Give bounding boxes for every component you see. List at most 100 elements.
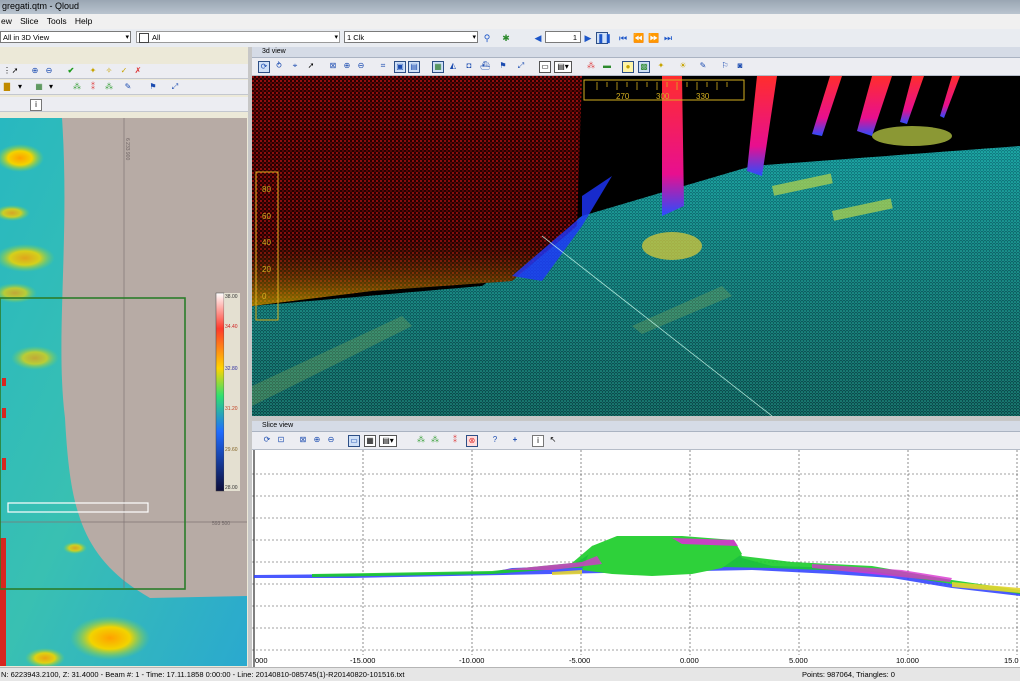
rewind-button[interactable]: ⏪ xyxy=(632,32,644,44)
layers-icon[interactable]: ▦ xyxy=(34,82,44,92)
info-icon[interactable]: i xyxy=(532,435,544,447)
slice-axis-label: 5.000 xyxy=(789,656,808,665)
zoom-out-icon[interactable]: ⊖ xyxy=(44,66,54,76)
flag-icon[interactable]: ⚐ xyxy=(720,61,730,71)
map-pane: ⋮ ➚ ⊕ ⊖ ✔ ✦ ✧ ✓ ✗ ▇ ▾ ▦ ▾ ⁂ ⁑ ⁂ ✎ ⚑ ⤢ i xyxy=(0,47,250,667)
zoom-in-icon[interactable]: ⊕ xyxy=(30,66,40,76)
terrain-icon[interactable]: ▦ xyxy=(432,61,444,73)
remove-points-icon[interactable]: ⁑ xyxy=(88,82,98,92)
fast-forward-button[interactable]: ⏩ xyxy=(647,32,659,44)
camera-icon[interactable]: ◘ xyxy=(464,61,474,71)
view-side-icon[interactable]: ▤ xyxy=(408,61,420,73)
zoom-in-icon[interactable]: ⊕ xyxy=(342,61,352,71)
map-view[interactable]: 6 233 900 593 500 38.00 34.40 32.80 31.2… xyxy=(0,118,247,666)
display-mode-icon[interactable]: ▤▾ xyxy=(379,435,397,447)
pause-button[interactable]: ❚❚ xyxy=(596,32,612,44)
brush-icon[interactable]: ✎ xyxy=(123,82,133,92)
select-icon[interactable]: ✓ xyxy=(119,66,129,76)
marker-icon[interactable]: ⚑ xyxy=(148,82,158,92)
last-frame-button[interactable]: ⏭ xyxy=(662,32,674,44)
pointer-icon[interactable]: ➚ xyxy=(10,66,20,76)
menu-help[interactable]: Help xyxy=(75,16,92,26)
chevron-down-icon[interactable]: ▾ xyxy=(46,82,56,92)
highlight-icon[interactable]: ✦ xyxy=(656,61,666,71)
compass-tick: 330 xyxy=(696,92,710,101)
zoom-extents-icon[interactable]: ⊠ xyxy=(298,435,308,445)
slice-header: Slice view xyxy=(252,421,1020,432)
measure-icon[interactable]: ⤢ xyxy=(170,82,180,92)
zoom-out-icon[interactable]: ⊖ xyxy=(356,61,366,71)
help-icon[interactable]: ? xyxy=(490,435,500,445)
points-icon[interactable]: ⁂ xyxy=(586,61,596,71)
wand-icon[interactable]: ✧ xyxy=(104,66,114,76)
first-frame-button[interactable]: ⏮ xyxy=(617,32,629,44)
pin-icon[interactable]: ⌖ xyxy=(290,61,300,71)
menu-tools[interactable]: Tools xyxy=(47,16,67,26)
map-toolbar-row-3: i xyxy=(0,97,248,112)
points-icon[interactable]: ⁂ xyxy=(416,435,426,445)
legend-label: 31.20 xyxy=(225,406,238,412)
info-icon[interactable]: i xyxy=(30,99,42,111)
chevron-down-icon[interactable]: ▾ xyxy=(15,82,25,92)
all-checkbox[interactable] xyxy=(139,33,149,44)
frame-input[interactable]: 1 xyxy=(545,31,581,43)
add-icon[interactable]: + xyxy=(510,435,520,445)
slice-mode-icon[interactable]: ▭ xyxy=(348,435,360,447)
clock-select[interactable]: 1 Clk ▾ xyxy=(344,31,478,43)
light-icon[interactable]: ● xyxy=(622,61,634,73)
grid-icon[interactable]: ▦ xyxy=(364,435,376,447)
record-icon[interactable]: ◙ xyxy=(735,61,745,71)
menu-slice[interactable]: Slice xyxy=(20,16,38,26)
orbit-icon[interactable]: ⥁ xyxy=(274,61,284,71)
color-map-icon[interactable]: ▩ xyxy=(638,61,650,73)
view3d-header: 3d view xyxy=(252,47,1020,58)
tin-icon[interactable]: ◭ xyxy=(448,61,458,71)
marker-icon[interactable]: ⚑ xyxy=(498,61,508,71)
pointer-icon[interactable]: ↖ xyxy=(548,435,558,445)
settings-icon[interactable]: ✱ xyxy=(500,32,512,44)
delete-icon[interactable]: ⊗ xyxy=(466,435,478,447)
pointer-icon[interactable]: ➚ xyxy=(306,61,316,71)
sun-icon[interactable]: ☀ xyxy=(678,61,688,71)
menu-view[interactable]: ew xyxy=(1,16,12,26)
prev-frame-button[interactable]: ◀ xyxy=(532,32,544,44)
view-mode-select[interactable]: All in 3D View ▾ xyxy=(0,31,131,43)
view3d-canvas[interactable]: 270 300 330 80 60 40 20 0 xyxy=(252,76,1020,416)
grid-toggle-icon[interactable]: ▭ xyxy=(539,61,551,73)
erase-icon[interactable]: ✗ xyxy=(133,66,143,76)
slice-axis-label: -15.000 xyxy=(350,656,375,665)
folder-icon[interactable]: ▇ xyxy=(2,82,12,92)
map-toolbar-row-2: ▇ ▾ ▦ ▾ ⁂ ⁑ ⁂ ✎ ⚑ ⤢ xyxy=(0,80,248,95)
star-icon[interactable]: ✦ xyxy=(88,66,98,76)
window-title: gregati.qtm - Qloud xyxy=(2,1,80,11)
rotate-icon[interactable]: ⟳ xyxy=(262,435,272,445)
zoom-extents-icon[interactable]: ⊠ xyxy=(328,61,338,71)
render-mode-icon[interactable]: ▤▾ xyxy=(554,61,572,73)
pitch-tick: 40 xyxy=(262,238,271,247)
check-icon[interactable]: ✔ xyxy=(66,66,76,76)
zoom-out-icon[interactable]: ⊖ xyxy=(326,435,336,445)
brush-icon[interactable]: ✎ xyxy=(698,61,708,71)
view-top-icon[interactable]: ▣ xyxy=(394,61,406,73)
fit-icon[interactable]: ⊡ xyxy=(276,435,286,445)
points-icon[interactable]: ⁂ xyxy=(72,82,82,92)
ship-icon[interactable]: ⛴ xyxy=(480,61,490,71)
crosshair-icon[interactable]: ⌗ xyxy=(378,61,388,71)
slice-plot: 000 -15.000 -10.000 -5.000 0.000 5.000 1… xyxy=(252,450,1020,667)
menu-bar: ew Slice Tools Help xyxy=(0,14,1020,30)
rotate-icon[interactable]: ⟳ xyxy=(258,61,270,73)
add-points-icon[interactable]: ⁂ xyxy=(430,435,440,445)
zoom-in-icon[interactable]: ⊕ xyxy=(312,435,322,445)
measure-icon[interactable]: ⤢ xyxy=(516,61,526,71)
slice-axis-label: -5.000 xyxy=(569,656,590,665)
remove-points-icon[interactable]: ⁑ xyxy=(450,435,460,445)
filter-icon[interactable]: ⚲ xyxy=(481,32,493,44)
add-points-icon[interactable]: ⁂ xyxy=(104,82,114,92)
texture-icon[interactable]: ▬ xyxy=(602,61,612,71)
chevron-down-icon: ▾ xyxy=(334,34,338,41)
next-frame-button[interactable]: ▶ xyxy=(582,32,594,44)
slice-canvas[interactable]: 000 -15.000 -10.000 -5.000 0.000 5.000 1… xyxy=(252,450,1020,667)
filter-select[interactable]: All ▾ xyxy=(136,31,340,44)
slice-axis-label: 000 xyxy=(255,656,268,665)
compass-tick: 270 xyxy=(616,92,630,101)
